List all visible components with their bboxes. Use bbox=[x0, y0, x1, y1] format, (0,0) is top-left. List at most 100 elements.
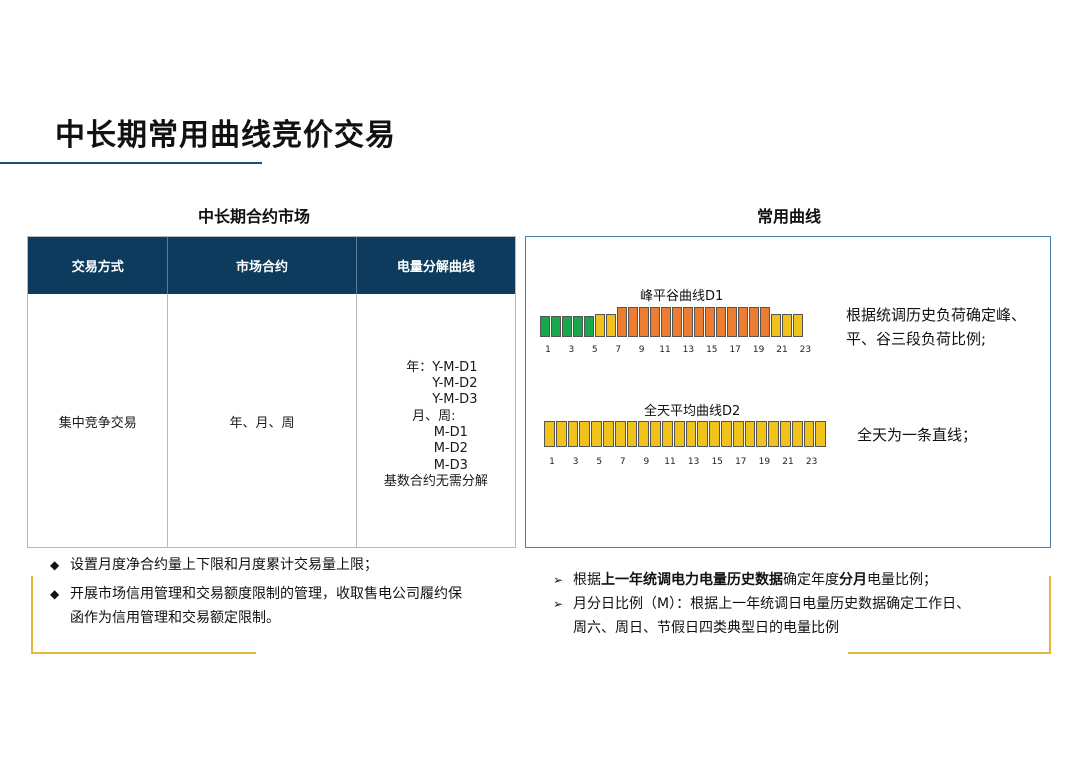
text-segment: 电量比例； bbox=[867, 572, 937, 588]
tick-label: 13 bbox=[682, 345, 695, 355]
tick-label: 7 bbox=[619, 457, 626, 467]
curve-bar bbox=[650, 421, 661, 447]
curve-bar bbox=[727, 307, 737, 337]
curve-bar bbox=[579, 421, 591, 447]
curve-bar bbox=[694, 307, 704, 337]
right-bullet-text: 月分日比例（M）：根据上一年统调日电量历史数据确定工作日、 bbox=[573, 596, 971, 612]
curve-bar bbox=[628, 307, 638, 337]
left-bullet-item: ◆ 设置月度净合约量上下限和月度累计交易量上限； bbox=[50, 553, 520, 577]
curve-bar bbox=[562, 316, 572, 337]
tick-label: 3 bbox=[572, 457, 579, 467]
left-bullet-text: 设置月度净合约量上下限和月度累计交易量上限； bbox=[70, 557, 378, 573]
text-segment: 根据 bbox=[573, 572, 601, 588]
tick-label: 15 bbox=[711, 457, 723, 467]
left-bullet-list: ◆ 设置月度净合约量上下限和月度累计交易量上限； ◆ 开展市场信用管理和交易额度限制… bbox=[50, 553, 520, 630]
tick-label: 9 bbox=[638, 345, 645, 355]
diamond-bullet-icon: ◆ bbox=[50, 587, 60, 601]
bold-segment: 分月 bbox=[839, 572, 867, 588]
left-bullet-item: ◆ 开展市场信用管理和交易额度限制的管理，收取售电公司履约保 bbox=[50, 582, 520, 606]
curve-bar bbox=[732, 421, 744, 447]
curve-bar bbox=[683, 307, 693, 337]
curve-line: 年：Y-M-D1 bbox=[406, 359, 478, 375]
curve-bar bbox=[749, 307, 759, 337]
curve-bar bbox=[791, 421, 803, 447]
curve2-description: 全天为一条直线； bbox=[857, 423, 977, 447]
tick-label: 7 bbox=[615, 345, 622, 355]
tick-label: 17 bbox=[729, 345, 741, 355]
curve-bar bbox=[709, 421, 720, 447]
bold-segment: 上一年统调电力电量历史数据 bbox=[601, 572, 783, 588]
tick-label: 19 bbox=[758, 457, 771, 467]
curve-bar bbox=[661, 307, 671, 337]
left-bullet-text: 开展市场信用管理和交易额度限制的管理，收取售电公司履约保 bbox=[70, 586, 462, 602]
tick-label: 17 bbox=[735, 457, 747, 467]
curve1-desc-line: 根据统调历史负荷确定峰、 bbox=[846, 306, 1027, 324]
curve-bar bbox=[716, 307, 726, 337]
curve-bar bbox=[591, 421, 602, 447]
curve-panel: 峰平谷曲线D1 1 3 5 7 9 11 13 15 17 19 21 23 根据统调历史负荷确定峰、… bbox=[525, 236, 1051, 548]
curve1-title: 峰平谷曲线D1 bbox=[640, 289, 724, 304]
curve-bar bbox=[782, 314, 792, 337]
table-row: 集中竞争交易 年、月、周 年：Y-M-D1 Y-M-D2 Y-M-D3 月、周:… bbox=[28, 294, 515, 548]
curve-line: M-D1 bbox=[433, 425, 468, 440]
curve-bar bbox=[793, 314, 803, 337]
tick-label: 3 bbox=[568, 345, 575, 355]
curve-bar bbox=[573, 316, 583, 337]
curve-bar bbox=[685, 421, 697, 447]
header-curve: 电量分解曲线 bbox=[396, 260, 475, 275]
tick-label: 19 bbox=[752, 345, 765, 355]
curve-bar bbox=[551, 316, 561, 337]
tick-label: 15 bbox=[706, 345, 718, 355]
curve-bar bbox=[803, 421, 815, 447]
curve-line: M-D2 bbox=[433, 441, 468, 457]
right-bullet-item: ➢ 根据上一年统调电力电量历史数据确定年度分月电量比例； bbox=[553, 568, 1048, 592]
tick-label: 23 bbox=[805, 457, 818, 467]
curve-bar bbox=[540, 316, 550, 337]
curve-bar bbox=[567, 421, 579, 447]
contract-table: 交易方式 市场合约 电量分解曲线 集中竞争交易 年、月、周 年：Y-M-D1 Y… bbox=[27, 236, 516, 548]
curve-bar bbox=[606, 314, 616, 337]
right-bullet-item: ➢ 月分日比例（M）：根据上一年统调日电量历史数据确定工作日、 bbox=[553, 592, 1048, 616]
arrow-bullet-icon: ➢ bbox=[553, 597, 564, 611]
tick-label: 9 bbox=[643, 457, 650, 467]
left-section-heading: 中长期合约市场 bbox=[198, 207, 311, 226]
curve-bar bbox=[555, 421, 567, 447]
curve-bar bbox=[697, 421, 709, 447]
curve-bar bbox=[617, 307, 627, 337]
tick-label: 13 bbox=[687, 457, 700, 467]
curve-bar bbox=[602, 421, 614, 447]
right-section-heading: 常用曲线 bbox=[757, 207, 822, 226]
cell-contracts: 年、月、周 bbox=[168, 294, 357, 548]
curve-bar bbox=[815, 421, 827, 447]
curve-bar bbox=[760, 307, 770, 337]
right-bullet-continuation: 周六、周日、节假日四类典型日的电量比例 bbox=[573, 620, 839, 636]
curve1-desc-line: 平、谷三段负荷比例; bbox=[846, 330, 987, 348]
curve2-desc-line: 全天为一条直线； bbox=[857, 426, 978, 444]
title-underline bbox=[0, 162, 262, 164]
tick-label: 21 bbox=[782, 457, 794, 467]
curve-bar bbox=[738, 307, 748, 337]
curve1-bars bbox=[540, 307, 803, 337]
curve-bar bbox=[584, 316, 594, 337]
tick-label: 23 bbox=[799, 345, 812, 355]
right-bullet-list: ➢ 根据上一年统调电力电量历史数据确定年度分月电量比例； ➢ 月分日比例（M）：根据… bbox=[553, 568, 1048, 640]
tick-label: 5 bbox=[591, 345, 598, 355]
tick-label: 1 bbox=[549, 457, 555, 467]
arrow-bullet-icon: ➢ bbox=[553, 573, 564, 587]
cell-method: 集中竞争交易 bbox=[28, 294, 169, 548]
tick-label: 21 bbox=[776, 345, 788, 355]
curve2-title: 全天平均曲线D2 bbox=[644, 404, 741, 419]
curve-line: M-D3 bbox=[433, 457, 468, 473]
curve-bar bbox=[705, 307, 715, 337]
left-bullet-continuation: 函作为信用管理和交易额定限制。 bbox=[70, 610, 280, 626]
header-contract: 市场合约 bbox=[168, 237, 357, 294]
tick-label: 1 bbox=[545, 345, 551, 355]
curve-line: Y-M-D2 bbox=[432, 376, 478, 392]
curve1-ticks: 1 3 5 7 9 11 13 15 17 19 21 23 bbox=[540, 345, 815, 357]
curve-bar bbox=[720, 421, 732, 447]
curve2-ticks: 1 3 5 7 9 11 13 15 17 19 21 23 bbox=[544, 457, 819, 469]
curve-bar bbox=[639, 307, 649, 337]
curve-bar bbox=[650, 307, 660, 337]
curve1-description: 根据统调历史负荷确定峰、 平、谷三段负荷比例; bbox=[846, 303, 1026, 351]
curve-bar bbox=[779, 421, 791, 447]
